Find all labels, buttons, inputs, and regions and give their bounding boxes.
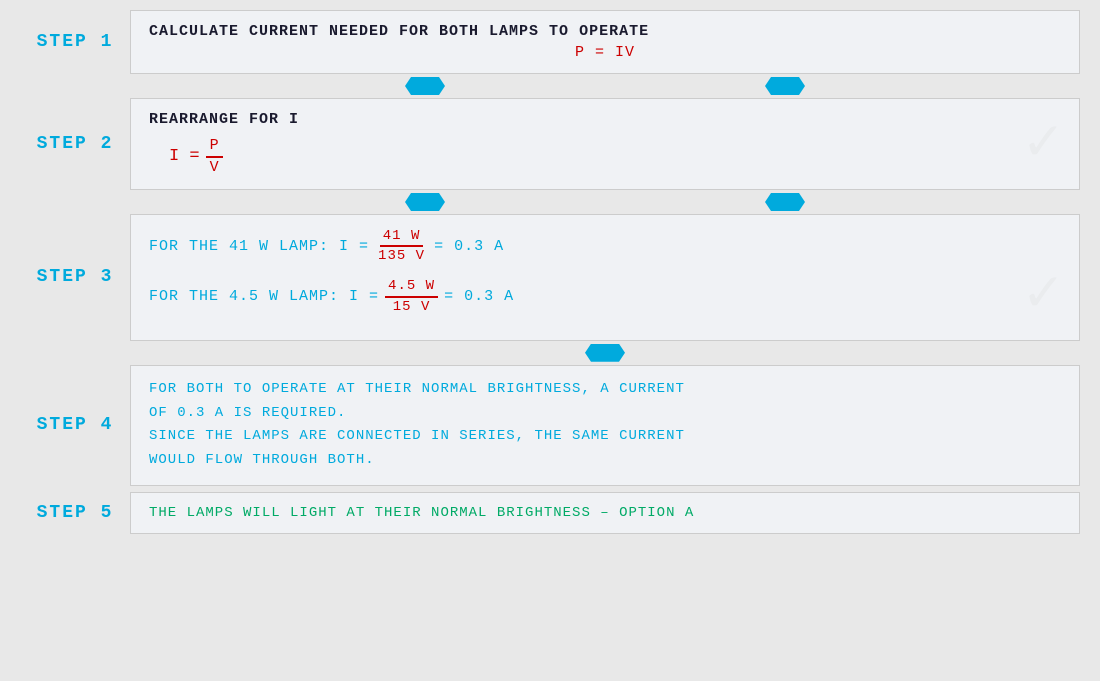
step4-line2: OF 0.3 A IS REQUIRED. [149,402,1061,426]
step3-denom2: 15 V [390,298,434,316]
arrow-row-1 [20,77,1080,95]
arrow-down-left-2 [405,193,445,211]
step3-fraction1: 41 W 135 V [375,227,428,265]
step3-line1: FOR THE 41 W LAMP: I = 41 W 135 V = 0.3 … [149,227,1061,265]
step4-box: FOR BOTH TO OPERATE AT THEIR NORMAL BRIG… [130,365,1080,486]
step2-numerator: P [206,136,223,158]
step2-box: REARRANGE FOR I I = P V ✓ [130,98,1080,190]
step3-fraction2: 4.5 W 15 V [385,277,438,315]
step1-row: STEP 1 CALCULATE CURRENT NEEDED FOR BOTH… [20,10,1080,74]
step3-line2-suffix: = 0.3 A [444,288,514,305]
step5-box: THE LAMPS WILL LIGHT AT THEIR NORMAL BRI… [130,492,1080,534]
step5-label: STEP 5 [20,492,130,534]
step4-line1: FOR BOTH TO OPERATE AT THEIR NORMAL BRIG… [149,378,1061,402]
step3-numer1: 41 W [380,227,424,247]
arrow-down-left-1 [405,77,445,95]
step2-row: STEP 2 REARRANGE FOR I I = P V ✓ [20,98,1080,190]
step4-line3: SINCE THE LAMPS ARE CONNECTED IN SERIES,… [149,425,1061,449]
arrow-down-right-1 [765,77,805,95]
step3-line2-prefix: FOR THE 4.5 W LAMP: I = [149,288,379,305]
step1-formula: P = IV [149,44,1061,61]
step4-label: STEP 4 [20,365,130,486]
step3-line1-prefix: FOR THE 41 W LAMP: I = [149,238,369,255]
step5-text: THE LAMPS WILL LIGHT AT THEIR NORMAL BRI… [149,505,1061,521]
arrow-row-2 [20,193,1080,211]
step1-box: CALCULATE CURRENT NEEDED FOR BOTH LAMPS … [130,10,1080,74]
step2-i-equals: I = [169,147,200,166]
step3-label: STEP 3 [20,214,130,341]
step2-formula: I = P V [149,136,1061,177]
arrow-row-3 [20,344,1080,362]
step4-row: STEP 4 FOR BOTH TO OPERATE AT THEIR NORM… [20,365,1080,486]
step2-fraction: P V [206,136,223,177]
step3-line2: FOR THE 4.5 W LAMP: I = 4.5 W 15 V = 0.3… [149,277,1061,315]
step2-label: STEP 2 [20,98,130,190]
step4-line4: WOULD FLOW THROUGH BOTH. [149,449,1061,473]
step2-denominator: V [206,158,223,178]
step3-numer2: 4.5 W [385,277,438,297]
step5-row: STEP 5 THE LAMPS WILL LIGHT AT THEIR NOR… [20,492,1080,534]
step4-text: FOR BOTH TO OPERATE AT THEIR NORMAL BRIG… [149,378,1061,473]
arrow-down-right-2 [765,193,805,211]
step1-label: STEP 1 [20,10,130,74]
step3-box: FOR THE 41 W LAMP: I = 41 W 135 V = 0.3 … [130,214,1080,341]
step2-title: REARRANGE FOR I [149,111,1061,128]
step3-row: STEP 3 FOR THE 41 W LAMP: I = 41 W 135 V… [20,214,1080,341]
step3-denom1: 135 V [375,247,428,265]
step3-line1-suffix: = 0.3 A [434,238,504,255]
arrow-down-single-3 [585,344,625,362]
step1-title: CALCULATE CURRENT NEEDED FOR BOTH LAMPS … [149,23,1061,40]
